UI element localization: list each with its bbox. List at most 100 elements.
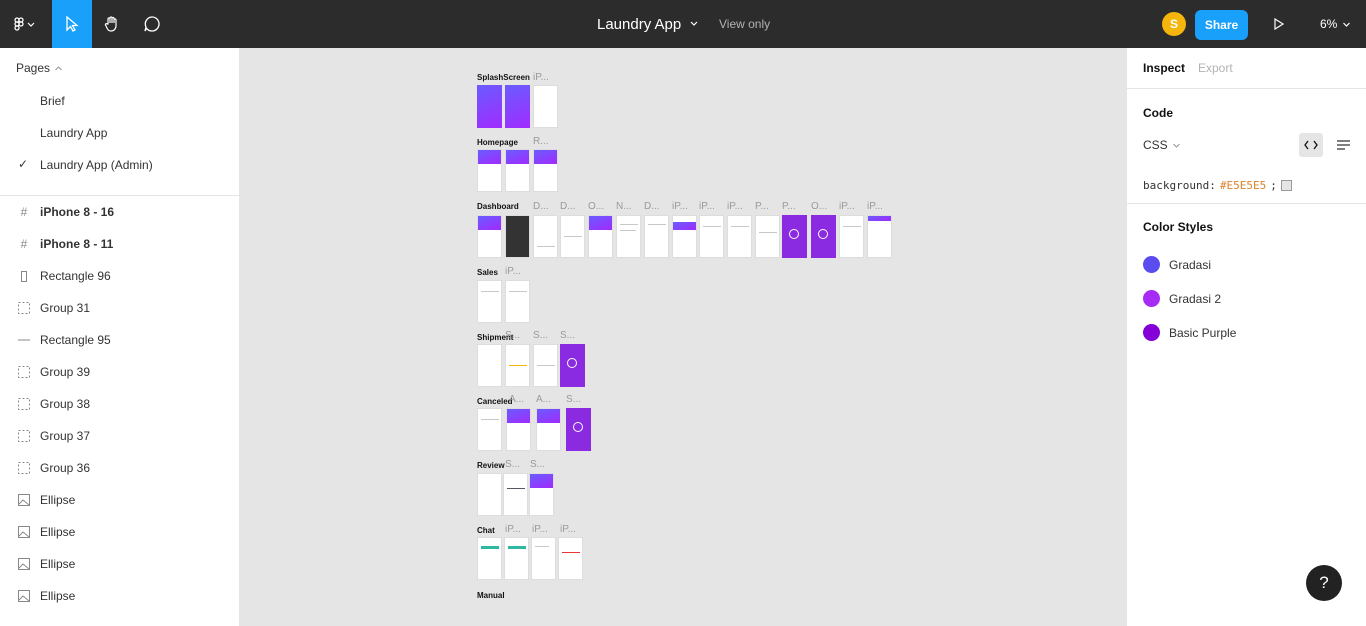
frame-thumbnail[interactable] bbox=[533, 215, 558, 258]
frame-thumbnail[interactable] bbox=[558, 537, 583, 580]
tab-inspect[interactable]: Inspect bbox=[1143, 61, 1185, 75]
frame-thumbnail[interactable] bbox=[505, 149, 530, 192]
frame-thumbnail[interactable] bbox=[536, 408, 561, 451]
language-dropdown[interactable]: CSS bbox=[1143, 138, 1181, 152]
page-item-brief[interactable]: Brief bbox=[40, 94, 65, 108]
frame-thumbnail[interactable] bbox=[699, 215, 724, 258]
layer-item[interactable]: Rectangle 95 bbox=[0, 324, 239, 356]
frame-thumbnail[interactable] bbox=[839, 215, 864, 258]
figma-menu-icon[interactable] bbox=[0, 0, 48, 48]
frame-thumbnail[interactable] bbox=[560, 344, 585, 387]
chevron-down-icon bbox=[689, 15, 699, 33]
frame-label: iP... bbox=[505, 266, 521, 277]
frame-thumbnail[interactable] bbox=[529, 473, 554, 516]
frame-thumbnail[interactable] bbox=[727, 215, 752, 258]
chevron-down-icon bbox=[1172, 143, 1180, 148]
layer-item[interactable]: Ellipse bbox=[0, 516, 239, 548]
frame-label: iP... bbox=[560, 524, 576, 535]
code-view-icon[interactable] bbox=[1299, 133, 1323, 157]
frame-label: iP... bbox=[839, 201, 855, 212]
layer-item[interactable]: # iPhone 8 - 11 bbox=[0, 228, 239, 260]
frame-thumbnail[interactable] bbox=[811, 215, 836, 258]
avatar[interactable]: S bbox=[1162, 12, 1186, 36]
layers-panel: Pages Brief Laundry App ✓ Laundry App (A… bbox=[0, 48, 240, 626]
checkmark-icon: ✓ bbox=[18, 157, 29, 171]
layer-label: Ellipse bbox=[40, 589, 76, 603]
tab-export[interactable]: Export bbox=[1198, 61, 1233, 75]
frame-label: D... bbox=[644, 201, 660, 212]
color-style-item[interactable]: Basic Purple bbox=[1143, 324, 1236, 341]
image-icon bbox=[18, 526, 30, 538]
frame-label: iP... bbox=[699, 201, 715, 212]
frame-label: A... bbox=[536, 394, 552, 405]
frame-label: D... bbox=[533, 201, 549, 212]
layer-item[interactable]: Group 39 bbox=[0, 356, 239, 388]
layer-label: Group 38 bbox=[40, 397, 91, 411]
help-button[interactable]: ? bbox=[1306, 565, 1342, 601]
frame-thumbnail[interactable] bbox=[533, 85, 558, 128]
layer-item[interactable]: Ellipse bbox=[0, 548, 239, 580]
color-style-name: Gradasi bbox=[1169, 257, 1212, 272]
frame-thumbnail[interactable] bbox=[644, 215, 669, 258]
layer-item[interactable]: Group 38 bbox=[0, 388, 239, 420]
frame-thumbnail[interactable] bbox=[477, 408, 502, 451]
pages-header[interactable]: Pages bbox=[16, 61, 63, 75]
move-tool-icon[interactable] bbox=[52, 0, 92, 48]
frame-label: O... bbox=[811, 201, 828, 212]
frame-label: iP... bbox=[867, 201, 883, 212]
zoom-dropdown[interactable]: 6% bbox=[1320, 17, 1351, 31]
color-style-item[interactable]: Gradasi bbox=[1143, 256, 1211, 273]
present-icon[interactable] bbox=[1264, 0, 1294, 48]
frame-thumbnail[interactable] bbox=[782, 215, 807, 258]
frame-thumbnail[interactable] bbox=[531, 537, 556, 580]
file-title-dropdown[interactable]: Laundry App bbox=[597, 0, 699, 48]
frame-thumbnail[interactable] bbox=[477, 344, 502, 387]
frame-thumbnail[interactable] bbox=[477, 85, 502, 128]
page-item-laundry-app[interactable]: Laundry App bbox=[40, 126, 107, 140]
layer-item[interactable]: Ellipse bbox=[0, 484, 239, 516]
frame-thumbnail[interactable] bbox=[505, 280, 530, 323]
frame-thumbnail[interactable] bbox=[477, 280, 502, 323]
layer-item[interactable]: # iPhone 8 - 16 bbox=[0, 196, 239, 228]
layer-item[interactable]: Group 36 bbox=[0, 452, 239, 484]
frame-thumbnail[interactable] bbox=[477, 149, 502, 192]
frame-thumbnail[interactable] bbox=[505, 215, 530, 258]
layer-item[interactable]: Rectangle 96 bbox=[0, 260, 239, 292]
frame-thumbnail[interactable] bbox=[566, 408, 591, 451]
frame-thumbnail[interactable] bbox=[505, 344, 530, 387]
share-button[interactable]: Share bbox=[1195, 10, 1248, 40]
frame-thumbnail[interactable] bbox=[505, 85, 530, 128]
layer-item[interactable]: Group 31 bbox=[0, 292, 239, 324]
color-swatch bbox=[1280, 180, 1292, 191]
frame-thumbnail[interactable] bbox=[477, 215, 502, 258]
frame-thumbnail[interactable] bbox=[560, 215, 585, 258]
design-canvas[interactable]: SplashScreen iP... Homepage R... Dashboa… bbox=[240, 48, 1126, 626]
hand-tool-icon[interactable] bbox=[92, 0, 132, 48]
top-toolbar: Laundry App View only S Share 6% bbox=[0, 0, 1366, 48]
frame-thumbnail[interactable] bbox=[672, 215, 697, 258]
frame-thumbnail[interactable] bbox=[588, 215, 613, 258]
color-style-item[interactable]: Gradasi 2 bbox=[1143, 290, 1221, 307]
frame-thumbnail[interactable] bbox=[506, 408, 531, 451]
layer-item[interactable]: Group 37 bbox=[0, 420, 239, 452]
group-icon bbox=[18, 430, 30, 442]
group-icon bbox=[18, 302, 30, 314]
frame-thumbnail[interactable] bbox=[503, 473, 528, 516]
frame-label: N... bbox=[616, 201, 632, 212]
frame-icon: # bbox=[20, 237, 28, 251]
list-view-icon[interactable] bbox=[1331, 133, 1355, 157]
frame-thumbnail[interactable] bbox=[616, 215, 641, 258]
layer-item[interactable]: Ellipse bbox=[0, 580, 239, 612]
page-item-laundry-app-admin[interactable]: Laundry App (Admin) bbox=[40, 158, 153, 172]
frame-thumbnail[interactable] bbox=[504, 537, 529, 580]
css-value: #E5E5E5 bbox=[1219, 179, 1267, 192]
frame-thumbnail[interactable] bbox=[477, 537, 502, 580]
css-code-line: background: #E5E5E5; bbox=[1143, 179, 1292, 192]
frame-thumbnail[interactable] bbox=[533, 149, 558, 192]
frame-thumbnail[interactable] bbox=[755, 215, 780, 258]
frame-thumbnail[interactable] bbox=[867, 215, 892, 258]
frame-thumbnail[interactable] bbox=[533, 344, 558, 387]
frame-thumbnail[interactable] bbox=[477, 473, 502, 516]
comment-icon[interactable] bbox=[132, 0, 172, 48]
frame-label: S... bbox=[533, 330, 549, 341]
